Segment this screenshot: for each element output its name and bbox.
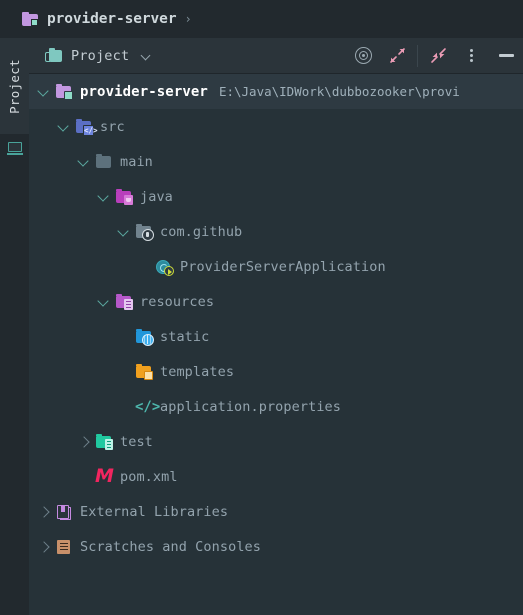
monitor-icon[interactable]: [7, 142, 23, 156]
folders-icon: [45, 47, 62, 63]
tree-row-label: java: [140, 188, 173, 205]
tree-row-label: static: [160, 328, 210, 345]
tree-row[interactable]: </> application.properties: [29, 389, 523, 424]
tree-row-label: ProviderServerApplication: [180, 258, 386, 275]
templates-folder-icon: [135, 363, 153, 380]
collapse-all-button[interactable]: [421, 38, 455, 74]
folder-icon: [95, 153, 113, 170]
module-folder-icon: [55, 83, 73, 100]
select-opened-file-button[interactable]: [346, 38, 380, 74]
java-source-root-icon: [115, 188, 133, 205]
chevron-down-icon[interactable]: [97, 190, 111, 204]
tree-row-label: com.github: [160, 223, 243, 240]
tree-row[interactable]: Mpom.xml: [29, 459, 523, 494]
tree-row-label: pom.xml: [120, 468, 178, 485]
tool-window-actions: [346, 38, 523, 73]
tree-row[interactable]: com.github: [29, 214, 523, 249]
project-tree[interactable]: provider-server E:\Java\IDWork\dubbozooke…: [29, 74, 523, 615]
left-tool-stripe: Project: [0, 38, 29, 615]
chevron-down-icon[interactable]: [37, 85, 51, 99]
chevron-down-icon[interactable]: [57, 120, 71, 134]
properties-file-icon: </>: [135, 398, 161, 415]
tree-row-label: application.properties: [160, 398, 342, 415]
tree-row[interactable]: ProviderServerApplication: [29, 249, 523, 284]
chevron-right-icon[interactable]: [37, 505, 51, 519]
web-folder-icon: [135, 328, 154, 346]
test-folder-icon: [95, 433, 113, 450]
tree-row-label: test: [120, 433, 153, 450]
tree-row-label: src: [100, 118, 125, 135]
package-icon: [135, 223, 154, 241]
chevron-down-icon[interactable]: [117, 225, 131, 239]
runnable-class-icon: [155, 259, 174, 276]
tree-row[interactable]: test: [29, 424, 523, 459]
tree-row[interactable]: templates: [29, 354, 523, 389]
breadcrumb-project-name[interactable]: provider-server: [47, 11, 177, 27]
tree-row[interactable]: </> src: [29, 109, 523, 144]
breadcrumb-separator-icon: ›: [184, 12, 192, 26]
tab-project-label: Project: [71, 47, 130, 64]
maven-file-icon: M: [95, 464, 114, 487]
tree-row[interactable]: java: [29, 179, 523, 214]
chevron-down-icon[interactable]: [97, 295, 111, 309]
expand-all-button[interactable]: [380, 38, 414, 74]
tool-window-header: Project: [29, 38, 523, 74]
scratches-icon: [55, 539, 73, 555]
tree-row-label: main: [120, 153, 153, 170]
hide-button[interactable]: [489, 38, 523, 74]
tree-row[interactable]: resources: [29, 284, 523, 319]
tree-row-label: Scratches and Consoles: [80, 538, 262, 555]
chevron-right-icon[interactable]: [37, 540, 51, 554]
module-folder-icon: [22, 12, 38, 26]
tree-row[interactable]: provider-server E:\Java\IDWork\dubbozooke…: [29, 74, 523, 109]
chevron-right-icon[interactable]: [77, 435, 91, 449]
options-menu-button[interactable]: [455, 38, 489, 74]
breadcrumb: provider-server ›: [0, 0, 523, 38]
library-icon: [55, 504, 73, 520]
tree-row[interactable]: main: [29, 144, 523, 179]
stripe-tab-project[interactable]: Project: [0, 38, 29, 134]
vertical-dots-icon: [470, 48, 474, 64]
source-folder-icon: </>: [75, 118, 98, 136]
stripe-tab-project-label: Project: [7, 58, 22, 114]
tree-row-label: provider-server: [80, 83, 208, 100]
tree-row-label: templates: [160, 363, 235, 380]
tab-project[interactable]: Project: [29, 38, 161, 73]
tree-row-label: resources: [140, 293, 215, 310]
tree-row-path: E:\Java\IDWork\dubbozooker\provi: [218, 84, 460, 99]
tree-row[interactable]: Scratches and Consoles: [29, 529, 523, 564]
project-tool-window: provider-server › Project Project provid…: [0, 0, 523, 615]
minus-icon: [498, 54, 514, 57]
chevron-down-icon[interactable]: [77, 155, 91, 169]
tree-row[interactable]: External Libraries: [29, 494, 523, 529]
chevron-down-icon[interactable]: [141, 51, 151, 61]
target-icon: [354, 47, 372, 64]
tree-row-label: External Libraries: [80, 503, 229, 520]
tree-row[interactable]: static: [29, 319, 523, 354]
resources-root-icon: [115, 293, 133, 310]
collapse-arrows-icon: [430, 47, 447, 64]
expand-arrows-icon: [389, 47, 406, 64]
toolbar-divider: [417, 44, 418, 67]
